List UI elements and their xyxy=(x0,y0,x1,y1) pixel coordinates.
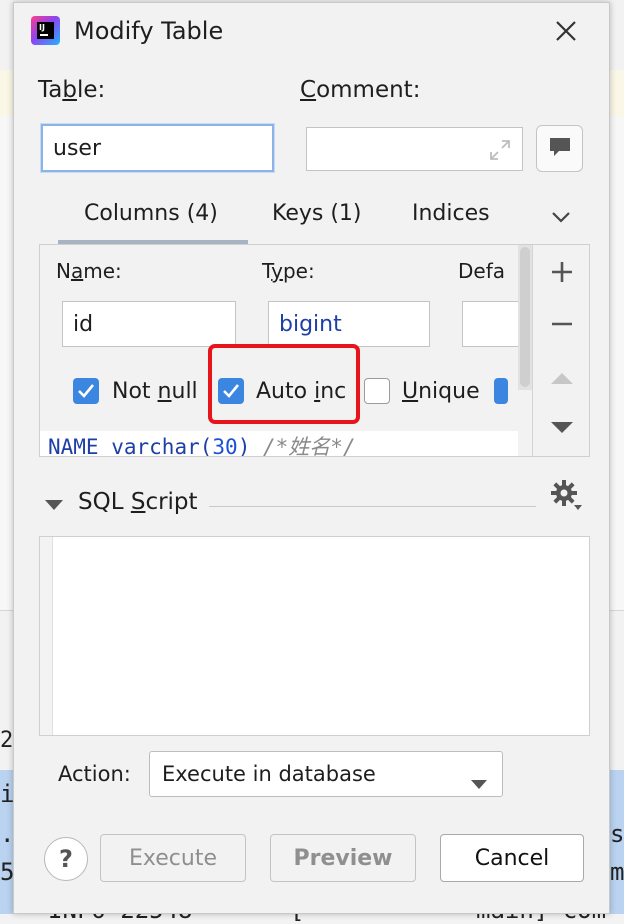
help-button[interactable]: ? xyxy=(44,837,88,881)
title-bar[interactable]: IJ Modify Table xyxy=(14,3,609,61)
action-label: Action: xyxy=(58,762,131,786)
sql-column-size: 30 xyxy=(212,435,238,457)
column-default-label: Defa xyxy=(458,259,506,283)
table-label: Table: xyxy=(38,77,106,103)
table-name-input[interactable]: user xyxy=(41,124,274,172)
comment-edit-button[interactable] xyxy=(536,125,583,172)
not-null-checkbox[interactable] xyxy=(73,378,99,404)
editor-gutter xyxy=(40,537,53,735)
chevron-down-icon[interactable] xyxy=(550,206,572,232)
tab-keys[interactable]: Keys (1) xyxy=(272,201,362,226)
modify-table-dialog: IJ Modify Table Table: user Comment: Col… xyxy=(13,2,610,914)
gear-icon[interactable] xyxy=(550,479,584,517)
sql-column-comment: /*姓名*/ xyxy=(263,435,356,457)
comment-bubble-icon xyxy=(548,136,572,162)
sql-column-name: NAME xyxy=(48,435,99,457)
dropdown-arrow-icon xyxy=(470,771,488,795)
column-name-input[interactable]: id xyxy=(62,301,236,347)
move-up-icon[interactable] xyxy=(547,363,577,393)
action-select-value: Execute in database xyxy=(162,762,376,786)
column-name-label: Name: xyxy=(56,259,122,283)
remove-icon[interactable] xyxy=(547,309,577,339)
execute-button[interactable]: Execute xyxy=(100,834,246,882)
sql-column-type: varchar xyxy=(111,435,200,457)
column-type-label: Type: xyxy=(262,259,315,283)
column-sql-preview: NAME varchar(30) /*姓名*/ xyxy=(40,431,518,457)
sql-script-editor[interactable] xyxy=(39,536,590,736)
tab-indices[interactable]: Indices xyxy=(412,201,490,226)
dialog-title: Modify Table xyxy=(74,17,224,45)
cancel-button[interactable]: Cancel xyxy=(440,834,584,882)
close-icon[interactable] xyxy=(552,17,580,45)
table-name-value: user xyxy=(53,135,101,161)
column-toolbar xyxy=(532,245,589,456)
preview-button[interactable]: Preview xyxy=(270,834,416,882)
collapse-triangle-icon[interactable] xyxy=(44,497,64,516)
intellij-idea-icon: IJ xyxy=(31,16,60,45)
column-type-input[interactable]: bigint xyxy=(268,301,430,347)
action-select[interactable]: Execute in database xyxy=(149,751,503,797)
console-text: 2 xyxy=(0,728,14,753)
move-down-icon[interactable] xyxy=(547,413,577,443)
column-editor-scrollbar[interactable] xyxy=(518,245,532,390)
comment-label: Comment: xyxy=(300,77,421,103)
tab-columns[interactable]: Columns (4) xyxy=(84,201,218,226)
unique-checkbox[interactable] xyxy=(364,378,390,404)
highlight-annotation xyxy=(208,344,360,424)
unique-label: Unique xyxy=(402,379,480,404)
expand-icon[interactable] xyxy=(488,138,512,168)
column-default-input[interactable] xyxy=(462,301,522,347)
column-type-value: bigint xyxy=(279,311,342,337)
console-text: s xyxy=(610,820,624,848)
comment-input[interactable] xyxy=(306,127,523,171)
not-null-label: Not null xyxy=(112,379,198,404)
add-icon[interactable] xyxy=(547,257,577,287)
section-divider xyxy=(209,506,536,507)
sql-script-title: SQL Script xyxy=(78,489,198,515)
more-checkbox[interactable] xyxy=(494,378,508,404)
console-text: m xyxy=(610,858,624,886)
column-name-value: id xyxy=(73,311,94,337)
